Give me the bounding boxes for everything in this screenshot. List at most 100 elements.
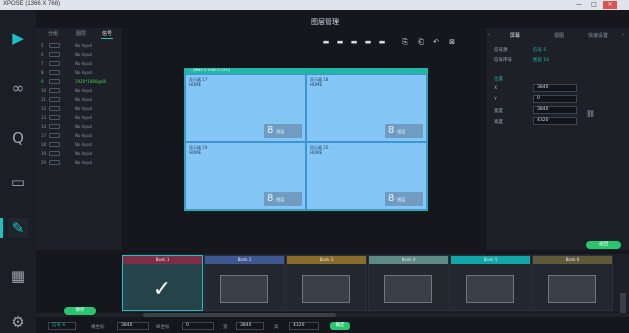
footer-y-input[interactable]: 0 [182,322,214,330]
signal-list-item[interactable]: 12 No Input [36,105,122,112]
footer-w-input[interactable]: 3840 [236,322,264,330]
layer-count: 8 [267,125,274,136]
layer-count: 8 [388,125,395,136]
signal-number: 5 [41,43,44,48]
apply-button[interactable]: 确定 [330,322,350,330]
horizontal-scrollbar[interactable] [143,313,336,317]
left-nav: ▶ ∞ Q ▭ ✎ ▦ ⚙ [0,10,36,333]
bank-card[interactable]: Bank 2 [204,255,285,311]
layer-canvas[interactable]: 显示器 17 HOME 8 图层 显示器 18 HOME 8 图层 显示器 19 H… [184,68,428,211]
bank-card[interactable]: Bank 3 [286,255,367,311]
tab-group[interactable]: 分组 [48,30,58,37]
screen-layer-count: 8 图层 [385,124,423,138]
footer-x-input[interactable]: 3840 [117,322,149,330]
input-port-icon [49,88,60,93]
gear-icon[interactable]: ⚙ [8,312,28,332]
layer-unit: 图层 [397,129,406,134]
page-title: 图层管理 [311,18,339,26]
paste-button[interactable]: ⎗ [417,38,425,46]
return-button[interactable]: 返回 [586,241,621,249]
forward-icon[interactable]: › [622,32,624,38]
save-button[interactable]: 保存 [64,307,96,315]
layout-2-button[interactable]: ▬ [336,38,344,46]
play-icon[interactable]: ▶ [8,28,28,48]
tab-view[interactable]: 视图 [554,32,564,39]
copy-button[interactable]: ⎘ [401,38,409,46]
x-input[interactable]: 3840 [533,84,577,92]
signal-source-value[interactable]: 信号 5 [533,47,546,53]
footer-h-label: 高 [274,325,279,330]
signal-list-item[interactable]: 18 No Input [36,141,122,148]
signal-list-item[interactable]: 13 No Input [36,114,122,121]
signal-list-item[interactable]: 14 No Input [36,123,122,130]
y-label: Y [494,97,497,102]
clear-button[interactable]: ⊠ [448,38,456,46]
input-port-icon [49,106,60,111]
signal-number: 11 [41,97,47,102]
title-bar: XPOSE (1366 X 768) — □ ✕ [0,0,629,10]
tab-signal[interactable]: 信号 [100,30,114,39]
screen-20[interactable]: 显示器 20 HOME 8 图层 [306,142,427,210]
tab-screen[interactable]: 屏幕 [510,32,520,39]
edit-glyph: ✎ [11,219,25,237]
x-label: X [494,86,498,91]
close-button[interactable]: ✕ [603,1,617,9]
bank-card[interactable]: Bank 4 [368,255,449,311]
signal-list-item[interactable]: 20 No Input [36,159,122,166]
signal-list-item[interactable]: 17 No Input [36,132,122,139]
signal-status: No Input [75,133,93,138]
screen-18[interactable]: 显示器 18 HOME 8 图层 [306,74,427,142]
layout-1-button[interactable]: ▬ [322,38,330,46]
input-port-icon [49,61,60,66]
toolbar: ▬ ▬ ▬ ▬ ▬ ⎘ ⎗ ↶ ⊠ [322,38,462,48]
signal-number: 7 [41,61,44,66]
signal-id-value[interactable]: 图层 16 [533,57,549,63]
signal-list-item[interactable]: 6 No Input [36,51,122,58]
input-port-icon [49,97,60,102]
tab-quick-settings[interactable]: 快速设置 [588,32,608,39]
bank-card[interactable]: Bank 1 ✓ [122,255,203,311]
grid-icon[interactable]: ▦ [8,266,28,286]
maximize-button[interactable]: □ [587,1,601,9]
edit-icon[interactable]: ✎ [0,218,28,238]
screen-layer-count: 8 图层 [264,192,302,206]
position-heading: 位置 [494,77,503,82]
bank-card[interactable]: Bank 6 [532,255,613,311]
window-title: XPOSE (1366 X 768) [3,1,61,7]
footer-signal[interactable]: 信号 6 [48,322,76,330]
undo-button[interactable]: ↶ [432,38,440,46]
input-port-icon [49,52,60,57]
screen-19[interactable]: 显示器 19 HOME 8 图层 [185,142,306,210]
search-icon[interactable]: Q [8,128,28,148]
signal-status: No Input [75,88,93,93]
signal-list-item[interactable]: 8 No Input [36,69,122,76]
layout-5-button[interactable]: ▬ [378,38,386,46]
bank-card[interactable]: Bank 5 [450,255,531,311]
bank-scrollbar[interactable] [620,293,626,313]
input-port-icon [49,79,60,84]
signal-list-item[interactable]: 11 No Input [36,96,122,103]
signal-list-item[interactable]: 10 No Input [36,87,122,94]
screen-icon[interactable]: ▭ [8,172,28,192]
y-input[interactable]: 0 [533,95,577,103]
screen-17[interactable]: 显示器 17 HOME 8 图层 [185,74,306,142]
layer-unit: 图层 [397,197,406,202]
tab-layer[interactable]: 图层 [76,30,86,37]
list-tabs: 分组 图层 信号 [36,28,122,39]
layout-3-button[interactable]: ▬ [350,38,358,46]
width-input[interactable]: 3840 [533,106,577,114]
bank-thumbnail [302,275,350,303]
height-input[interactable]: 4320 [533,117,577,125]
back-icon[interactable]: ‹ [488,32,490,38]
minimize-button[interactable]: — [572,1,586,9]
layout-4-button[interactable]: ▬ [364,38,372,46]
signal-list-item[interactable]: 9 1920*1080@60 [36,78,122,85]
footer-h-input[interactable]: 4320 [289,322,319,330]
height-label: 高度 [494,120,503,125]
lock-ratio-icon[interactable]: ⛓ [586,110,595,118]
signal-list-item[interactable]: 7 No Input [36,60,122,67]
link-icon[interactable]: ∞ [8,78,28,98]
signal-list-item[interactable]: 5 No Input [36,42,122,49]
footer-x-label: 横坐标 [91,325,105,330]
signal-list-item[interactable]: 19 No Input [36,150,122,157]
